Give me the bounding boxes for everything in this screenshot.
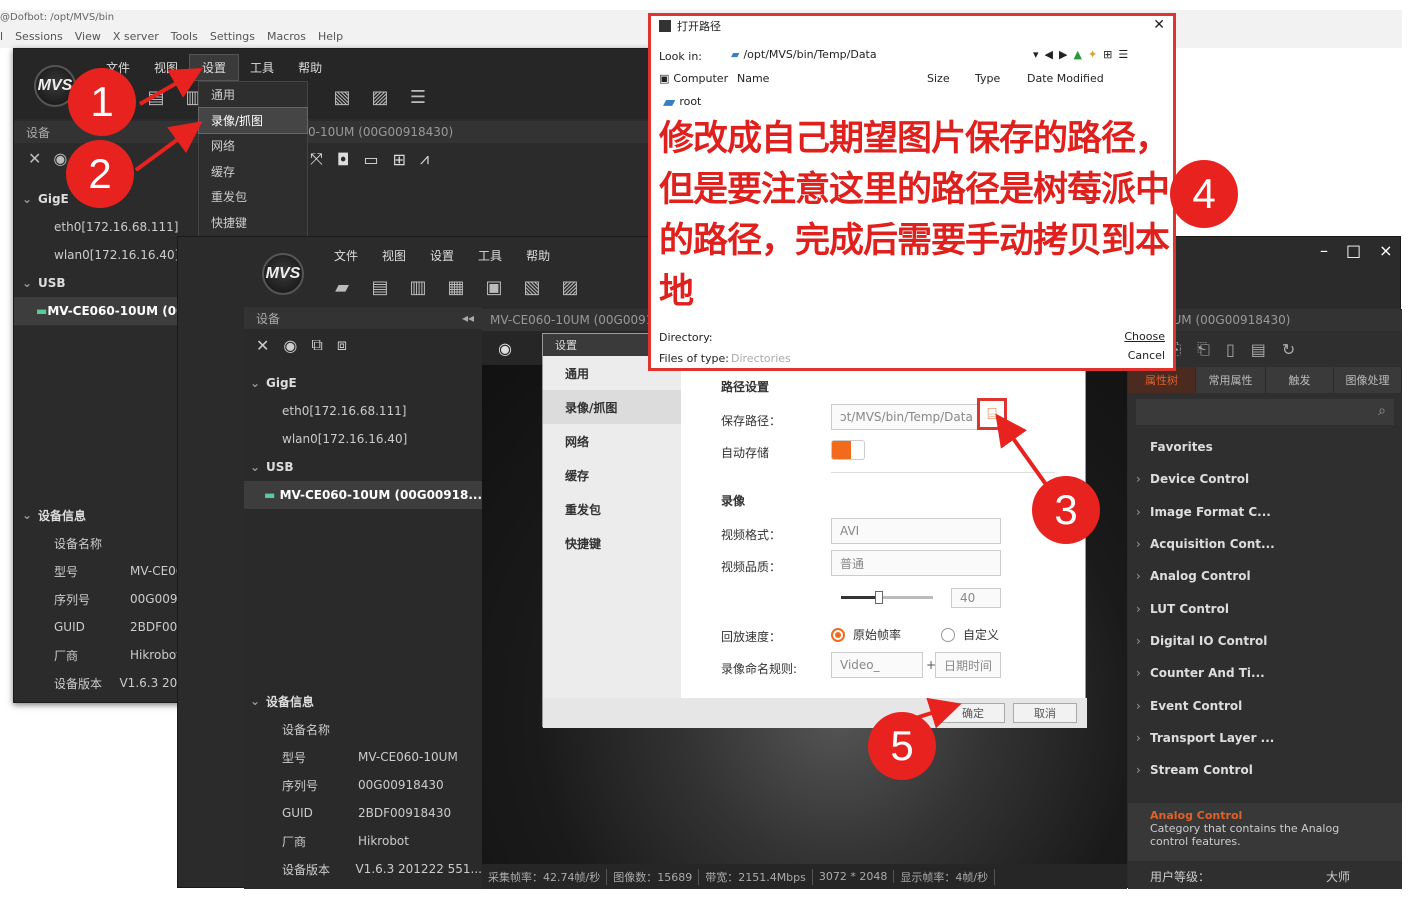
callout-1: 1 xyxy=(68,68,136,136)
arrow-1 xyxy=(139,68,203,106)
arrow-3 xyxy=(995,413,1052,492)
callout-4: 4 xyxy=(1170,160,1238,228)
callout-2: 2 xyxy=(66,140,134,208)
arrow-2 xyxy=(134,121,203,172)
annotation-arrows xyxy=(134,68,1052,729)
callout-5: 5 xyxy=(868,712,936,780)
callout-3: 3 xyxy=(1032,476,1100,544)
